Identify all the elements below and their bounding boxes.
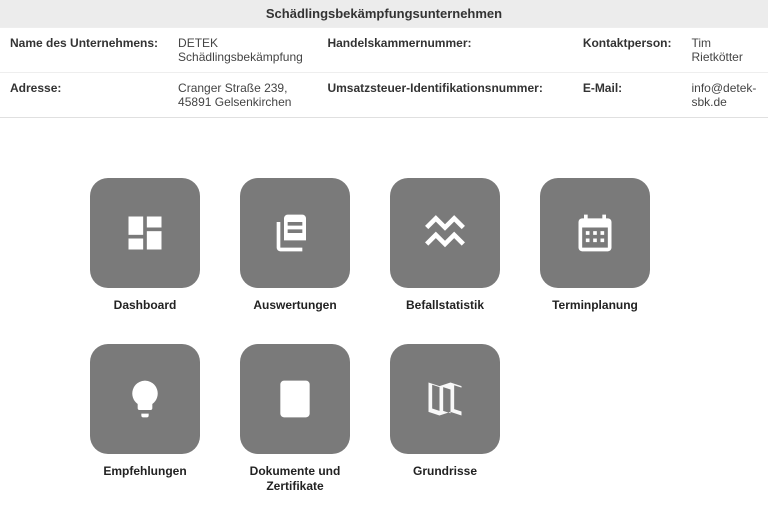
tile-documents-label: Dokumente und Zertifikate <box>240 464 350 495</box>
lightbulb-icon <box>123 377 167 421</box>
vat-id-label: Umsatzsteuer-Identifikationsnummer: <box>317 73 552 118</box>
tile-scheduling-label: Terminplanung <box>540 298 650 314</box>
company-info-title: Schädlingsbekämpfungsunternehmen <box>0 0 768 27</box>
vat-id-value <box>553 73 573 118</box>
tile-floorplans-label: Grundrisse <box>390 464 500 480</box>
dashboard-icon <box>123 211 167 255</box>
company-name-label: Name des Unternehmens: <box>0 28 168 73</box>
document-icon <box>273 377 317 421</box>
tile-recommendations-label: Empfehlungen <box>90 464 200 480</box>
tile-infestation-stats-label: Befallstatistik <box>390 298 500 314</box>
tile-evaluations[interactable]: Auswertungen <box>240 178 350 314</box>
chamber-number-label: Handelskammernummer: <box>317 28 552 73</box>
map-icon <box>423 377 467 421</box>
company-info-panel: Schädlingsbekämpfungsunternehmen Name de… <box>0 0 768 118</box>
company-name-value: DETEK Schädlingsbekämpfung <box>168 28 317 73</box>
chart-lines-icon <box>423 211 467 255</box>
tile-scheduling-box <box>540 178 650 288</box>
tile-infestation-stats-box <box>390 178 500 288</box>
calendar-icon <box>573 211 617 255</box>
tiles-grid: Dashboard Auswertungen Befallstatistik T… <box>0 118 768 525</box>
chamber-number-value <box>553 28 573 73</box>
email-label: E-Mail: <box>573 73 682 118</box>
tile-dashboard[interactable]: Dashboard <box>90 178 200 314</box>
contact-person-label: Kontaktperson: <box>573 28 682 73</box>
tile-recommendations-box <box>90 344 200 454</box>
tile-infestation-stats[interactable]: Befallstatistik <box>390 178 500 314</box>
email-value: info@detek-sbk.de <box>681 73 768 118</box>
tile-documents[interactable]: Dokumente und Zertifikate <box>240 344 350 495</box>
contact-person-value: Tim Rietkötter <box>681 28 768 73</box>
company-info-table: Name des Unternehmens: DETEK Schädlingsb… <box>0 27 768 117</box>
tile-floorplans[interactable]: Grundrisse <box>390 344 500 495</box>
tile-dashboard-label: Dashboard <box>90 298 200 314</box>
tile-dashboard-box <box>90 178 200 288</box>
document-stack-icon <box>273 211 317 255</box>
tile-recommendations[interactable]: Empfehlungen <box>90 344 200 495</box>
tile-evaluations-label: Auswertungen <box>240 298 350 314</box>
tile-documents-box <box>240 344 350 454</box>
address-label: Adresse: <box>0 73 168 118</box>
tile-scheduling[interactable]: Terminplanung <box>540 178 650 314</box>
tile-evaluations-box <box>240 178 350 288</box>
tile-floorplans-box <box>390 344 500 454</box>
address-value: Cranger Straße 239, 45891 Gelsenkirchen <box>168 73 317 118</box>
